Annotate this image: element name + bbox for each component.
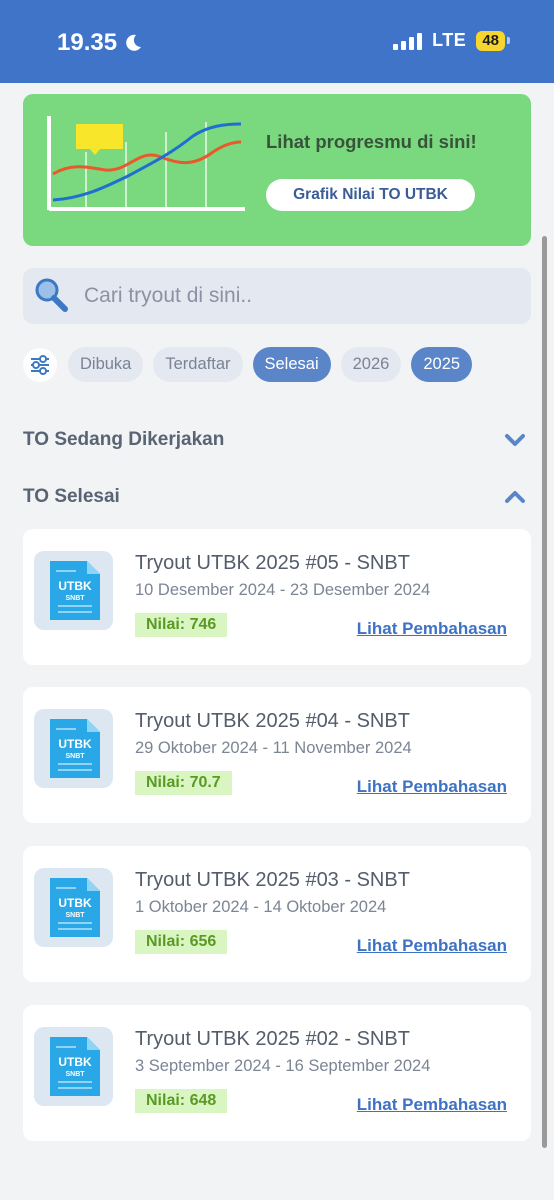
utbk-document-icon: UTBK SNBT — [50, 561, 100, 620]
tryout-title: Tryout UTBK 2025 #05 - SNBT — [135, 552, 410, 574]
filter-settings-button[interactable] — [23, 347, 57, 382]
tryout-dates: 1 Oktober 2024 - 14 Oktober 2024 — [135, 898, 387, 916]
section-in-progress-header[interactable]: TO Sedang Dikerjakan — [23, 426, 531, 454]
tryout-card[interactable]: UTBK SNBT Tryout UTBK 2025 #03 - SNBT 1 … — [23, 846, 531, 982]
filter-chip-dibuka[interactable]: Dibuka — [68, 347, 144, 382]
scrollbar[interactable] — [542, 236, 547, 1148]
document-thumbnail: UTBK SNBT — [34, 709, 113, 788]
svg-text:UTBK: UTBK — [58, 896, 92, 910]
status-bar: 19.35 LTE 48 — [0, 0, 554, 83]
view-discussion-link[interactable]: Lihat Pembahasan — [357, 1095, 507, 1115]
svg-text:SNBT: SNBT — [65, 753, 85, 760]
battery-icon: 48 — [476, 30, 510, 51]
sliders-icon — [31, 354, 49, 375]
chevron-down-icon — [505, 434, 525, 446]
section-title: TO Selesai — [23, 486, 120, 507]
document-thumbnail: UTBK SNBT — [34, 1027, 113, 1106]
tryout-dates: 10 Desember 2024 - 23 Desember 2024 — [135, 581, 431, 599]
section-finished-header[interactable]: TO Selesai — [23, 483, 531, 511]
view-discussion-link[interactable]: Lihat Pembahasan — [357, 936, 507, 956]
tryout-card[interactable]: UTBK SNBT Tryout UTBK 2025 #05 - SNBT 10… — [23, 529, 531, 665]
utbk-document-icon: UTBK SNBT — [50, 719, 100, 778]
filter-chip-2025[interactable]: 2025 — [411, 347, 473, 382]
filter-chip-terdaftar[interactable]: Terdaftar — [153, 347, 243, 382]
network-type: LTE — [432, 30, 467, 50]
score-badge: Nilai: 648 — [135, 1089, 228, 1113]
tryout-card[interactable]: UTBK SNBT Tryout UTBK 2025 #04 - SNBT 29… — [23, 687, 531, 823]
score-badge: Nilai: 70.7 — [135, 771, 232, 795]
svg-text:UTBK: UTBK — [58, 579, 92, 593]
status-time: 19.35 — [57, 29, 143, 57]
search-bar[interactable] — [23, 268, 531, 324]
svg-text:UTBK: UTBK — [58, 737, 92, 751]
svg-text:SNBT: SNBT — [65, 1071, 85, 1078]
utbk-document-icon: UTBK SNBT — [50, 878, 100, 937]
moon-icon — [126, 34, 142, 51]
chevron-up-icon — [505, 491, 525, 503]
tryout-title: Tryout UTBK 2025 #04 - SNBT — [135, 710, 410, 732]
search-icon — [35, 278, 68, 312]
tryout-title: Tryout UTBK 2025 #02 - SNBT — [135, 1028, 410, 1050]
search-input[interactable] — [84, 284, 504, 308]
document-thumbnail: UTBK SNBT — [34, 868, 113, 947]
status-indicators: LTE 48 — [393, 30, 510, 51]
filter-chip-2026[interactable]: 2026 — [340, 347, 402, 382]
progress-promo-card: Lihat progresmu di sini! Grafik Nilai TO… — [23, 94, 531, 246]
tryout-dates: 3 September 2024 - 16 September 2024 — [135, 1057, 431, 1075]
score-badge: Nilai: 746 — [135, 613, 228, 637]
section-title: TO Sedang Dikerjakan — [23, 429, 225, 450]
view-discussion-link[interactable]: Lihat Pembahasan — [357, 777, 507, 797]
tryout-title: Tryout UTBK 2025 #03 - SNBT — [135, 869, 410, 891]
promo-title: Lihat progresmu di sini! — [266, 131, 477, 152]
score-graph-button[interactable]: Grafik Nilai TO UTBK — [266, 179, 475, 211]
document-thumbnail: UTBK SNBT — [34, 551, 113, 630]
progress-chart-illustration — [47, 116, 245, 211]
signal-icon — [393, 32, 423, 50]
utbk-document-icon: UTBK SNBT — [50, 1037, 100, 1096]
svg-text:UTBK: UTBK — [58, 1055, 92, 1069]
svg-text:SNBT: SNBT — [65, 595, 85, 602]
clock-text: 19.35 — [57, 29, 118, 56]
view-discussion-link[interactable]: Lihat Pembahasan — [357, 619, 507, 639]
filter-chip-selesai[interactable]: Selesai — [252, 347, 331, 382]
tryout-card[interactable]: UTBK SNBT Tryout UTBK 2025 #02 - SNBT 3 … — [23, 1005, 531, 1141]
score-badge: Nilai: 656 — [135, 930, 228, 954]
filter-bar: Dibuka Terdaftar Selesai 2026 2025 — [23, 347, 473, 382]
svg-text:SNBT: SNBT — [65, 912, 85, 919]
tryout-dates: 29 Oktober 2024 - 11 November 2024 — [135, 739, 412, 757]
battery-level: 48 — [476, 30, 505, 51]
